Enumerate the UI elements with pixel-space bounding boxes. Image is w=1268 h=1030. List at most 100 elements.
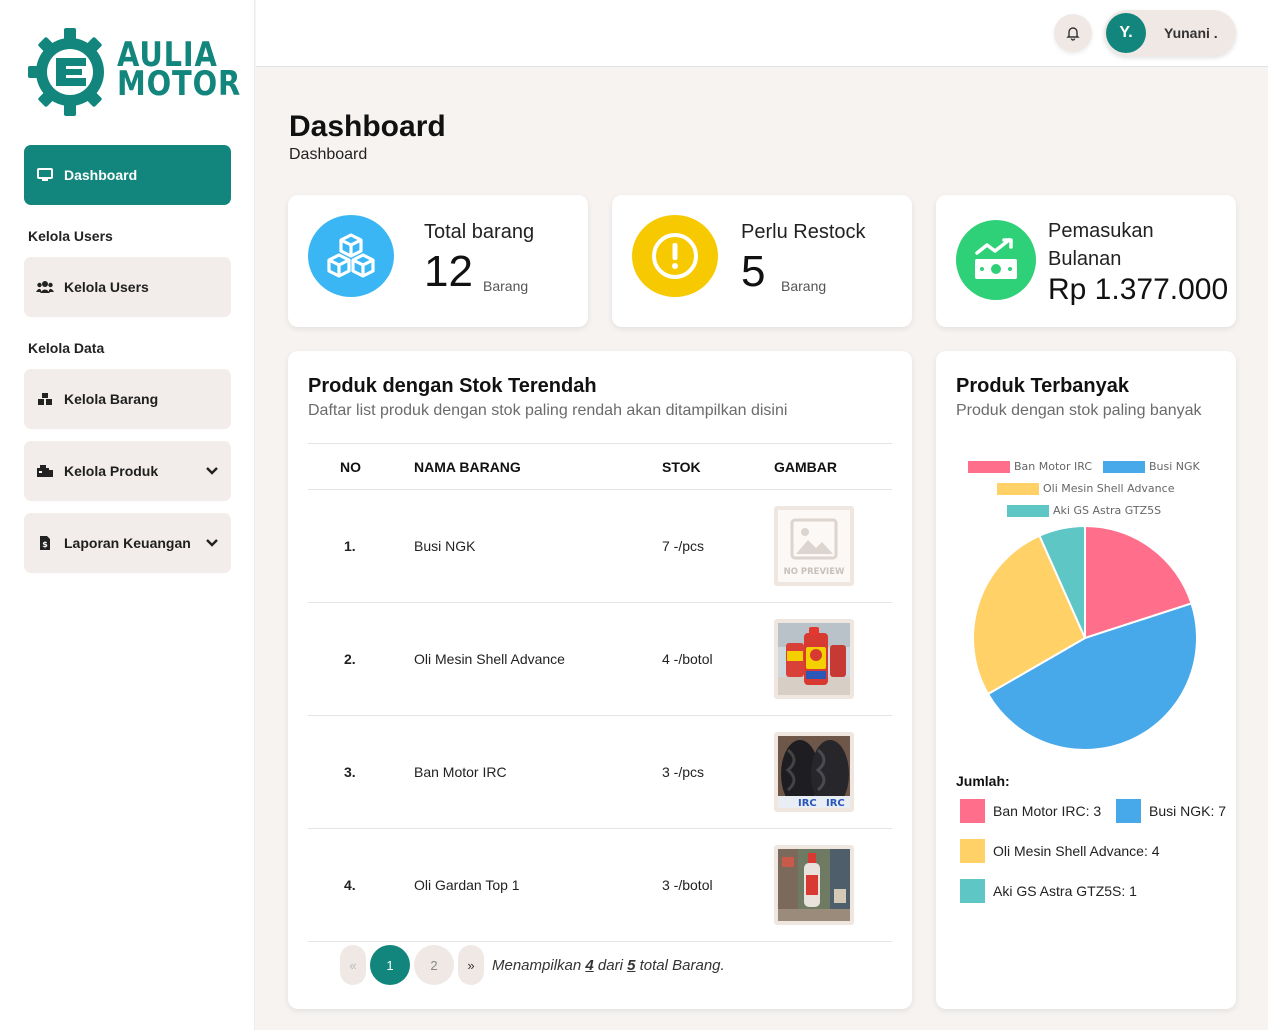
row-stock: 4 -/botol [662, 602, 774, 716]
row-stock: 3 -/pcs [662, 715, 774, 829]
nav-kelola-produk-label: Kelola Produk [64, 463, 159, 479]
boxes-icon [308, 215, 394, 297]
stat-value: 12 [424, 247, 473, 296]
user-menu[interactable]: Y. Yunani . [1104, 10, 1236, 56]
nav-kelola-barang[interactable]: Kelola Barang [24, 369, 231, 429]
svg-text:NO PREVIEW: NO PREVIEW [784, 567, 845, 577]
pagination: « 1 2 » Menampilkan 4 dari 5 total Baran… [340, 945, 725, 985]
nav-kelola-users[interactable]: Kelola Users [24, 257, 231, 317]
no-preview-image[interactable]: NO PREVIEW [774, 506, 854, 586]
legend-swatch [968, 460, 1010, 473]
svg-text:IRC: IRC [826, 798, 845, 808]
chevron-down-icon[interactable] [205, 535, 219, 551]
low-stock-table: NO NAMA BARANG STOK GAMBAR 1. Busi NGK 7… [308, 443, 892, 942]
stat-unit: Barang [483, 278, 529, 294]
jumlah-item: Aki GS Astra GTZ5S: 1 [960, 879, 1137, 903]
nav-dashboard[interactable]: Dashboard [24, 145, 231, 205]
section-title: Produk dengan Stok Terendah [308, 375, 597, 397]
col-gambar: GAMBAR [774, 443, 892, 490]
pagination-next[interactable]: » [458, 945, 484, 985]
nav-section-data: Kelola Data [28, 340, 105, 356]
row-name: Ban Motor IRC [414, 715, 662, 829]
section-title: Produk Terbanyak [956, 375, 1130, 397]
exclamation-icon [632, 215, 718, 297]
jumlah-item: Ban Motor IRC: 3 [960, 799, 1101, 823]
top-bar: Y. Yunani . [256, 0, 1268, 67]
oil-bottle-image[interactable] [774, 619, 854, 699]
stat-label: Pemasukan Bulanan [1048, 220, 1154, 270]
section-subtitle: Produk dengan stok paling banyak [956, 402, 1202, 419]
jumlah-swatch [960, 799, 985, 823]
brand-name: AULIA MOTOR [117, 35, 242, 104]
legend-item[interactable]: Ban Motor IRC [968, 460, 1092, 473]
gear-oil-image[interactable] [774, 845, 854, 925]
row-stock: 7 -/pcs [662, 489, 774, 603]
chevron-down-icon[interactable] [205, 463, 219, 479]
stat-card-perlu-restock: Perlu Restock 5 Barang [612, 195, 912, 327]
breadcrumb: Dashboard [289, 146, 368, 163]
table-row: 1. Busi NGK 7 -/pcs NO PREVIEW [308, 489, 892, 603]
row-name: Oli Gardan Top 1 [414, 828, 662, 942]
jumlah-swatch [960, 839, 985, 863]
section-subtitle: Daftar list produk dengan stok paling re… [308, 402, 788, 419]
nav-laporan-keuangan-label: Laporan Keuangan [64, 535, 191, 551]
nav-section-users: Kelola Users [28, 228, 113, 244]
pagination-prev[interactable]: « [340, 945, 366, 985]
stat-value: Rp 1.377.000 [1048, 273, 1229, 306]
nav-kelola-produk[interactable]: Kelola Produk [24, 441, 231, 501]
gear-logo-icon [28, 28, 104, 116]
row-stock: 3 -/botol [662, 828, 774, 942]
row-name: Busi NGK [414, 489, 662, 603]
table-row: 4. Oli Gardan Top 1 3 -/botol [308, 828, 892, 942]
table-header-row: NO NAMA BARANG STOK GAMBAR [308, 443, 892, 490]
pagination-page-1[interactable]: 1 [370, 945, 410, 985]
table-row: 3. Ban Motor IRC 3 -/pcs IRC IRC [308, 715, 892, 829]
row-name: Oli Mesin Shell Advance [414, 602, 662, 716]
legend-item[interactable]: Aki GS Astra GTZ5S [1007, 504, 1161, 517]
row-no: 4. [308, 828, 414, 942]
top-products-card: Produk Terbanyak Produk dengan stok pali… [936, 351, 1236, 1009]
stat-label: Perlu Restock [741, 221, 866, 243]
stat-card-total-barang: Total barang 12 Barang [288, 195, 588, 327]
jumlah-title: Jumlah: [956, 773, 1010, 789]
svg-text:$: $ [42, 540, 48, 549]
avatar: Y. [1106, 13, 1146, 53]
legend-swatch [1007, 504, 1049, 517]
pagination-page-2[interactable]: 2 [414, 945, 454, 985]
stat-value: 5 [741, 247, 766, 296]
nav-dashboard-label: Dashboard [64, 167, 138, 183]
nav-laporan-keuangan[interactable]: $ Laporan Keuangan [24, 513, 231, 573]
file-invoice-icon: $ [34, 534, 56, 552]
pagination-info: Menampilkan 4 dari 5 total Barang. [492, 956, 725, 974]
user-name: Yunani . [1164, 25, 1218, 41]
money-trend-icon [956, 220, 1036, 300]
legend-swatch [997, 482, 1039, 495]
sidebar: AULIA MOTOR Dashboard Kelola Users Kelol… [0, 0, 255, 1030]
row-no: 2. [308, 602, 414, 716]
table-row: 2. Oli Mesin Shell Advance 4 -/botol [308, 602, 892, 716]
monitor-icon [34, 166, 56, 184]
low-stock-card: Produk dengan Stok Terendah Daftar list … [288, 351, 912, 1009]
col-stok: STOK [662, 443, 774, 490]
col-nama-barang: NAMA BARANG [414, 443, 662, 490]
page-title: Dashboard [289, 110, 446, 143]
cart-box-icon [34, 462, 56, 480]
jumlah-item: Oli Mesin Shell Advance: 4 [960, 839, 1160, 863]
jumlah-swatch [960, 879, 985, 903]
bell-icon[interactable] [1054, 14, 1092, 52]
svg-text:IRC: IRC [798, 798, 817, 808]
jumlah-item: Busi NGK: 7 [1116, 799, 1226, 823]
col-no: NO [308, 443, 414, 490]
row-no: 1. [308, 489, 414, 603]
legend-item[interactable]: Oli Mesin Shell Advance [997, 482, 1174, 495]
nav-kelola-users-label: Kelola Users [64, 279, 149, 295]
legend-item[interactable]: Busi NGK [1103, 460, 1200, 473]
brand-logo[interactable]: AULIA MOTOR [28, 26, 240, 118]
users-icon [34, 278, 56, 296]
jumlah-swatch [1116, 799, 1141, 823]
nav-kelola-barang-label: Kelola Barang [64, 391, 159, 407]
pie-chart [972, 524, 1198, 751]
row-no: 3. [308, 715, 414, 829]
tires-image[interactable]: IRC IRC [774, 732, 854, 812]
stat-card-pemasukan: Pemasukan Bulanan Rp 1.377.000 [936, 195, 1236, 327]
